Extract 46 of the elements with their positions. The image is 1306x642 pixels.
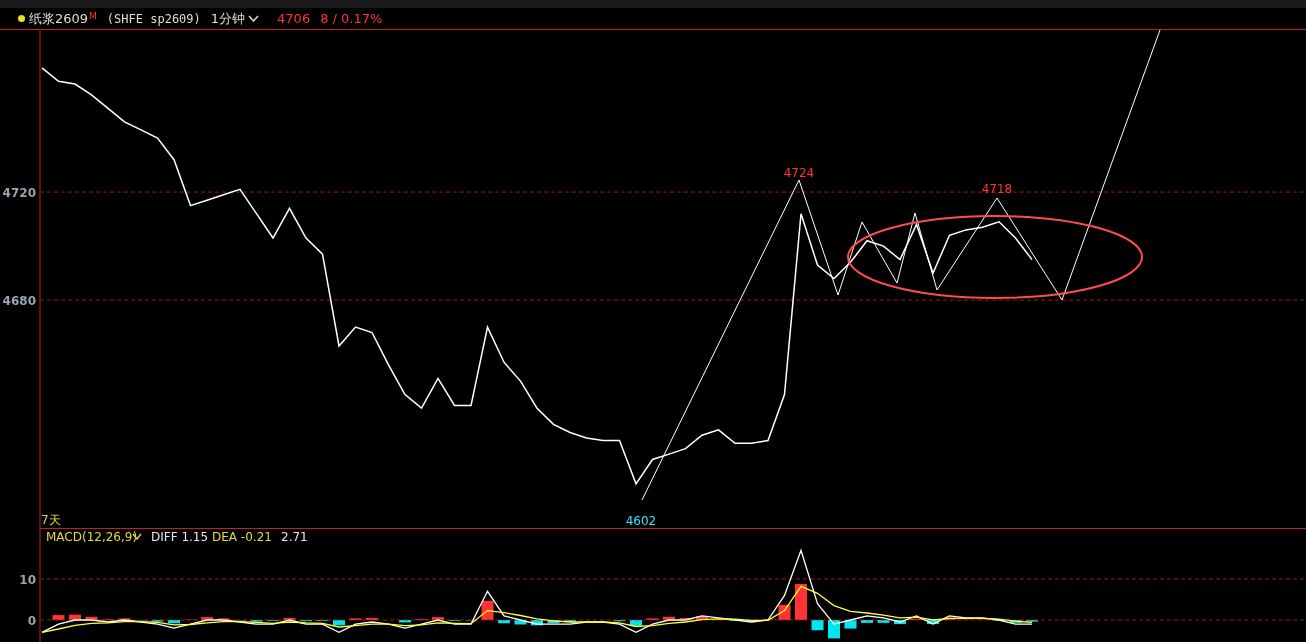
- histogram-bar: [432, 617, 444, 620]
- legend-value: DEA -0.21: [212, 530, 272, 544]
- histogram-bar: [201, 617, 213, 620]
- price-label: 4724: [783, 166, 815, 180]
- macd-axis-label: 10: [19, 573, 36, 587]
- main-contract-marker: M: [89, 10, 97, 23]
- histogram-bar: [531, 620, 543, 626]
- histogram-bar: [927, 620, 939, 625]
- histogram-bar: [811, 620, 824, 631]
- histogram-bar: [399, 620, 411, 623]
- histogram-bar: [52, 615, 65, 620]
- price-label: 4718: [981, 182, 1013, 196]
- histogram-bar: [283, 617, 296, 620]
- range-label: 7天: [41, 513, 61, 527]
- histogram-bar: [877, 620, 890, 623]
- histogram-bar: [547, 620, 560, 624]
- price-label: 4602: [625, 514, 657, 528]
- histogram-bar: [168, 620, 180, 624]
- histogram-bar: [498, 620, 510, 624]
- price-axis-label: 4680: [2, 294, 36, 309]
- histogram-bar: [630, 620, 642, 626]
- histogram-bar: [844, 620, 857, 629]
- price-axis-label: 4720: [2, 186, 36, 201]
- histogram-bar: [333, 620, 345, 626]
- histogram-bar: [679, 617, 692, 620]
- histogram-bar: [861, 620, 873, 623]
- histogram-bar: [69, 614, 81, 620]
- histogram-bar: [85, 616, 98, 620]
- macd-axis-label: 0: [27, 614, 36, 628]
- contract-code: (SHFE sp2609): [106, 10, 201, 28]
- caret-icon: [248, 15, 260, 22]
- legend-value: DIFF 1.15: [151, 530, 209, 544]
- histogram-bar: [366, 617, 378, 620]
- histogram-bar: [663, 616, 675, 620]
- status-dot-icon: [18, 15, 25, 22]
- histogram-bar: [514, 620, 527, 625]
- histogram-bar: [696, 616, 708, 620]
- period-dropdown[interactable]: 1分钟: [210, 8, 260, 29]
- histogram-bar: [795, 583, 807, 620]
- histogram-bar: [1009, 620, 1022, 623]
- macd-value: 2.71: [281, 530, 308, 544]
- price-change: 8 / 0.17%: [320, 9, 383, 28]
- contract-name: 纸浆2609: [29, 9, 89, 28]
- last-price: 4706: [277, 9, 311, 28]
- histogram-bar: [894, 620, 906, 625]
- indicator-name[interactable]: MACD(12,26,9): [46, 530, 138, 544]
